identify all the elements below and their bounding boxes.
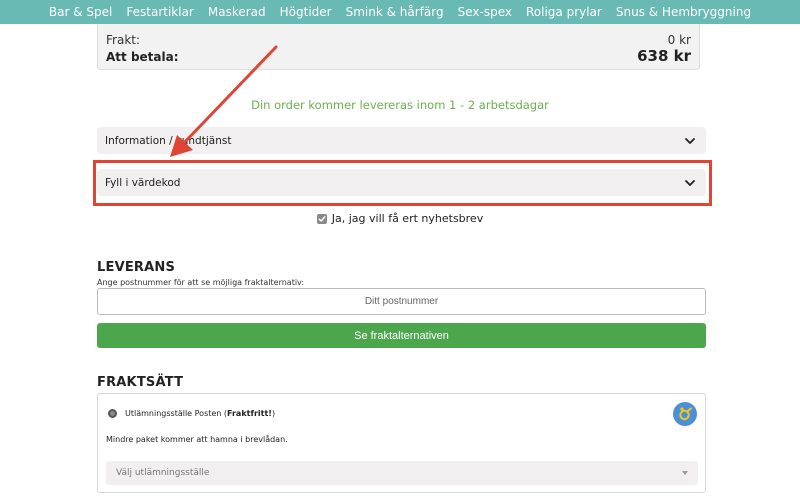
newsletter-option[interactable]: Ja, jag vill få ert nyhetsbrev (0, 212, 800, 225)
nav-item-festartiklar[interactable]: Festartiklar (126, 5, 193, 19)
chevron-down-icon (685, 137, 695, 144)
delivery-note: Din order kommer levereras inom 1 - 2 ar… (251, 98, 549, 112)
nav-item-roliga-prylar[interactable]: Roliga prylar (526, 5, 602, 19)
total-label: Att betala: (106, 50, 179, 64)
newsletter-label: Ja, jag vill få ert nyhetsbrev (331, 212, 484, 225)
fraktsatt-heading: FRAKTSÄTT (97, 375, 184, 390)
leverans-heading: LEVERANS (97, 260, 176, 275)
shipping-option-label: Utlämningsställe Posten (Fraktfritt!) (125, 409, 275, 418)
dropdown-caret-icon (682, 471, 688, 475)
accordion-information[interactable]: Information / kundtjänst (97, 127, 706, 154)
show-shipping-options-button[interactable]: Se fraktalternativen (97, 323, 706, 348)
accordion-voucher[interactable]: Fyll i värdekod (97, 169, 706, 196)
accordion-voucher-label: Fyll i värdekod (105, 176, 181, 189)
nav-item-bar-spel[interactable]: Bar & Spel (49, 5, 112, 19)
shipping-method-box: Utlämningsställe Posten (Fraktfritt!) Mi… (97, 393, 706, 493)
nav-item-snus-hembryggning[interactable]: Snus & Hembryggning (616, 5, 751, 19)
postcode-input[interactable] (97, 288, 706, 315)
shipping-option-posten[interactable]: Utlämningsställe Posten (Fraktfritt!) (108, 409, 275, 418)
nav-item-smink-harfarg[interactable]: Smink & hårfärg (346, 5, 444, 19)
pickup-point-placeholder: Välj utlämningsställe (116, 468, 210, 478)
posthorn-icon (679, 407, 692, 421)
top-nav: Bar & Spel Festartiklar Maskerad Högtide… (0, 0, 800, 24)
shipping-row: Frakt: 0 kr (106, 33, 691, 47)
shipping-label: Frakt: (106, 33, 141, 47)
chevron-down-icon (685, 179, 695, 186)
option-label-suffix: ) (271, 409, 276, 418)
nav-item-maskerad[interactable]: Maskerad (208, 5, 266, 19)
shipping-option-description: Mindre paket kommer att hamna i brevlåda… (106, 435, 288, 444)
shipping-option-radio[interactable] (108, 409, 117, 418)
pickup-point-select[interactable]: Välj utlämningsställe (106, 461, 698, 485)
nav-item-hogtider[interactable]: Högtider (280, 5, 332, 19)
option-label-prefix: Utlämningsställe Posten ( (125, 409, 228, 418)
shipping-value: 0 kr (667, 33, 691, 47)
order-summary: Frakt: 0 kr Att betala: 638 kr (97, 24, 700, 70)
posten-logo-icon (673, 402, 697, 426)
newsletter-checkbox[interactable] (316, 213, 327, 224)
leverans-subtext: Ange postnummer för att se möjliga frakt… (97, 278, 305, 287)
accordion-information-label: Information / kundtjänst (105, 134, 232, 147)
option-label-free: Fraktfritt! (227, 409, 272, 418)
total-row: Att betala: 638 kr (106, 47, 691, 65)
check-icon (318, 215, 326, 222)
total-value: 638 kr (637, 47, 691, 65)
nav-item-sex-spex[interactable]: Sex-spex (458, 5, 512, 19)
